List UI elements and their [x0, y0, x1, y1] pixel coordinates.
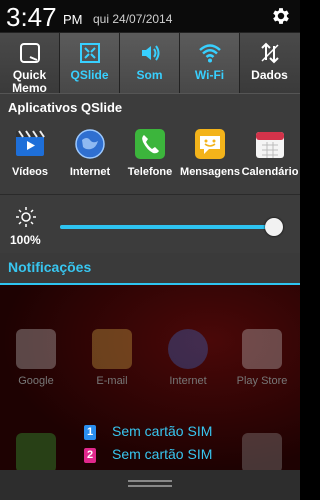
qslide-app-label: Internet: [69, 166, 111, 178]
sound-icon: [141, 45, 159, 61]
internet-home-icon: [168, 329, 208, 369]
qslide-apps-panel: Aplicativos QSlide Vídeos Internet Telef…: [0, 93, 300, 194]
videos-icon: [16, 130, 45, 156]
toggle-sound-label: Som: [136, 68, 163, 82]
quick-memo-icon: [19, 43, 40, 63]
qslide-app-label: Calendário: [241, 166, 299, 178]
toggle-data-label: Dados: [251, 68, 288, 82]
clock-ampm: PM: [63, 12, 83, 27]
brightness-thumb[interactable]: [265, 218, 283, 236]
qslide-app-internet[interactable]: Internet: [60, 126, 120, 186]
toggle-quick-memo-label: Quick Memo: [12, 68, 47, 95]
shade-drag-handle[interactable]: [0, 470, 300, 500]
toggle-quick-memo[interactable]: Quick Memo: [0, 33, 60, 95]
qslide-icon: [79, 43, 100, 63]
sim-notification[interactable]: 2 Sem cartão SIM: [84, 445, 284, 467]
notifications-header: Notificações: [0, 253, 300, 285]
home-label-play-store: Play Store: [236, 375, 288, 387]
sim-1-icon: 1: [84, 425, 96, 440]
qslide-app-phone[interactable]: Telefone: [120, 126, 180, 186]
brightness-icon: [16, 207, 36, 227]
status-header: 3:47 PM qui 24/07/2014: [0, 0, 300, 32]
play-store-icon: [242, 329, 282, 369]
brightness-panel: 100%: [0, 194, 300, 253]
toggle-qslide-label: QSlide: [70, 68, 109, 82]
qslide-app-label: Vídeos: [11, 166, 49, 178]
toggle-wifi-label: Wi-Fi: [194, 68, 225, 82]
grip-line: [128, 480, 172, 482]
clock-time: 3:47: [6, 2, 57, 32]
home-label-email: E-mail: [96, 375, 128, 387]
notification-shade: 3:47 PM qui 24/07/2014 Quick Memo QSlide: [0, 0, 300, 500]
home-label-google: Google: [18, 375, 54, 387]
toggle-data[interactable]: Dados: [240, 33, 299, 93]
toggle-wifi[interactable]: Wi-Fi: [180, 33, 240, 93]
brightness-fill: [60, 225, 274, 229]
data-icon: [260, 42, 279, 64]
brightness-slider[interactable]: [60, 218, 283, 236]
sim-status-text: Sem cartão SIM: [112, 423, 213, 439]
date-label: qui 24/07/2014: [93, 12, 173, 26]
sim-notification[interactable]: 1 Sem cartão SIM: [84, 422, 284, 444]
calendar-icon: [256, 132, 284, 158]
phone-home-icon: [16, 433, 56, 473]
home-label-internet: Internet: [169, 375, 207, 387]
toggle-sound[interactable]: Som: [120, 33, 180, 93]
email-icon: [92, 329, 132, 369]
qslide-title: Aplicativos QSlide: [8, 100, 123, 115]
sim-2-icon: 2: [84, 448, 96, 463]
qslide-app-calendar[interactable]: Calendário: [240, 126, 300, 186]
brightness-value: 100%: [10, 233, 41, 247]
wifi-icon: [198, 44, 221, 63]
toggle-qslide[interactable]: QSlide: [60, 33, 120, 93]
messages-icon: [195, 129, 225, 159]
qslide-app-videos[interactable]: Vídeos: [0, 126, 60, 186]
sim-status-text: Sem cartão SIM: [112, 446, 213, 462]
qslide-app-messages[interactable]: Mensagens: [180, 126, 240, 186]
internet-icon: [75, 129, 105, 159]
qslide-app-label: Mensagens: [180, 166, 240, 178]
notifications-title: Notificações: [8, 259, 92, 275]
grip-line: [128, 485, 172, 487]
gear-icon[interactable]: [270, 5, 292, 27]
qslide-app-label: Telefone: [127, 166, 173, 178]
quick-settings-toggles: Quick Memo QSlide Som Wi-Fi Dados: [0, 32, 300, 95]
phone-icon: [135, 129, 165, 159]
google-folder-icon: [16, 329, 56, 369]
